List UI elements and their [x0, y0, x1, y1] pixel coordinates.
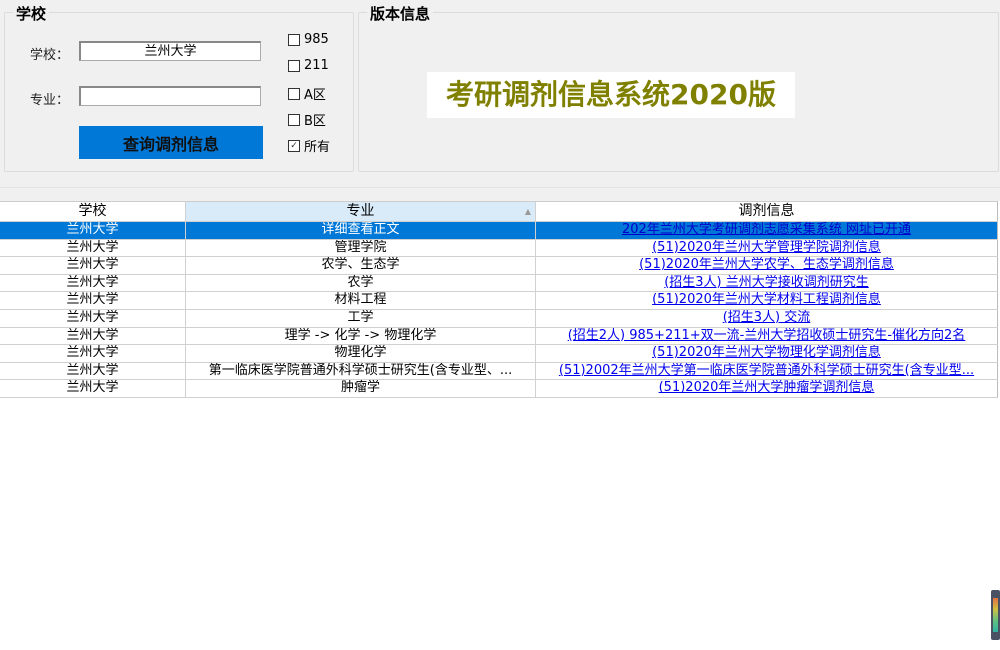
- cell-school: 兰州大学: [0, 327, 186, 345]
- school-group-title: 学校: [13, 3, 50, 24]
- table-row[interactable]: 兰州大学 管理学院 (51)2020年兰州大学管理学院调剂信息: [0, 239, 998, 258]
- info-link[interactable]: (51)2020年兰州大学管理学院调剂信息: [652, 240, 881, 255]
- top-panel: 学校 学校： 兰州大学 专业： 查询调剂信息 985 211 A区 B区 ✓ 所有 版本信…: [0, 0, 1000, 187]
- checkbox-label: 所有: [304, 140, 331, 155]
- info-link[interactable]: (招生3人) 兰州大学接收调剂研究生: [664, 275, 869, 290]
- school-label: 学校：: [30, 48, 70, 63]
- checkbox-box[interactable]: ✓: [288, 139, 300, 152]
- cell-school: 兰州大学: [0, 345, 186, 362]
- info-link[interactable]: (51)2020年兰州大学物理化学调剂信息: [652, 345, 881, 360]
- sort-asc-icon: ▲: [524, 207, 531, 216]
- cell-major: 管理学院: [186, 239, 536, 257]
- header-major[interactable]: 专业 ▲: [186, 202, 536, 221]
- checkbox-3[interactable]: B区: [288, 110, 326, 129]
- header-major-label: 专业: [346, 203, 375, 219]
- major-label: 专业：: [30, 93, 70, 108]
- table-row[interactable]: 兰州大学 农学 (招生3人) 兰州大学接收调剂研究生: [0, 274, 998, 293]
- cell-major: 第一临床医学院普通外科学硕士研究生(含专业型、...: [186, 362, 536, 380]
- cell-school: 兰州大学: [0, 380, 186, 397]
- splitter: [0, 187, 1000, 201]
- major-input[interactable]: [79, 86, 261, 106]
- info-link[interactable]: (51)2002年兰州大学第一临床医学院普通外科学硕士研究生(含专业型...: [559, 363, 974, 378]
- cell-info: (51)2020年兰州大学物理化学调剂信息: [536, 345, 998, 362]
- checkbox-4[interactable]: ✓ 所有: [288, 136, 330, 155]
- cell-major: 物理化学: [186, 345, 536, 362]
- checkbox-box[interactable]: [288, 113, 300, 126]
- cell-school: 兰州大学: [0, 292, 186, 309]
- checkbox-2[interactable]: A区: [288, 84, 326, 103]
- cell-school: 兰州大学: [0, 239, 186, 257]
- audio-meter-widget: [991, 590, 1000, 640]
- cell-major: 农学、生态学: [186, 257, 536, 274]
- checkbox-box[interactable]: [288, 59, 300, 72]
- cell-major: 工学: [186, 309, 536, 327]
- table-row[interactable]: 兰州大学 理学 -> 化学 -> 物理化学 (招生2人) 985+211+双一流-兰…: [0, 327, 998, 346]
- school-input[interactable]: 兰州大学: [79, 41, 261, 61]
- table-row[interactable]: 兰州大学 详细查看正文 202年兰州大学考研调剂志愿采集系统 网址已开通: [0, 222, 998, 240]
- cell-info: (51)2020年兰州大学管理学院调剂信息: [536, 239, 998, 257]
- cell-school: 兰州大学: [0, 274, 186, 292]
- cell-major: 详细查看正文: [186, 222, 536, 239]
- header-school[interactable]: 学校: [0, 202, 186, 221]
- cell-info: (51)2002年兰州大学第一临床医学院普通外科学硕士研究生(含专业型...: [536, 362, 998, 380]
- query-button[interactable]: 查询调剂信息: [79, 126, 263, 159]
- cell-info: (51)2020年兰州大学农学、生态学调剂信息: [536, 257, 998, 274]
- cell-major: 理学 -> 化学 -> 物理化学: [186, 327, 536, 345]
- table-row[interactable]: 兰州大学 肿瘤学 (51)2020年兰州大学肿瘤学调剂信息: [0, 380, 998, 398]
- checkbox-box[interactable]: [288, 33, 300, 46]
- cell-info: (招生3人) 交流: [536, 309, 998, 327]
- cell-school: 兰州大学: [0, 257, 186, 274]
- cell-school: 兰州大学: [0, 222, 186, 239]
- info-link[interactable]: (51)2020年兰州大学肿瘤学调剂信息: [659, 380, 875, 395]
- checkbox-box[interactable]: [288, 87, 300, 100]
- table-row[interactable]: 兰州大学 物理化学 (51)2020年兰州大学物理化学调剂信息: [0, 345, 998, 363]
- checkbox-label: 211: [304, 58, 329, 73]
- cell-info: 202年兰州大学考研调剂志愿采集系统 网址已开通: [536, 222, 998, 239]
- cell-info: (招生2人) 985+211+双一流-兰州大学招收硕士研究生-催化方向2名: [536, 327, 998, 345]
- checkbox-0[interactable]: 985: [288, 32, 329, 47]
- header-info[interactable]: 调剂信息: [536, 202, 998, 221]
- checkbox-1[interactable]: 211: [288, 58, 329, 73]
- info-link[interactable]: (51)2020年兰州大学材料工程调剂信息: [652, 292, 881, 307]
- cell-school: 兰州大学: [0, 309, 186, 327]
- table-row[interactable]: 兰州大学 材料工程 (51)2020年兰州大学材料工程调剂信息: [0, 292, 998, 310]
- cell-major: 肿瘤学: [186, 380, 536, 397]
- checkbox-label: B区: [304, 114, 326, 129]
- grid-header: 学校 专业 ▲ 调剂信息: [0, 202, 998, 222]
- info-link[interactable]: (招生2人) 985+211+双一流-兰州大学招收硕士研究生-催化方向2名: [568, 328, 966, 343]
- table-row[interactable]: 兰州大学 工学 (招生3人) 交流: [0, 309, 998, 328]
- cell-major: 材料工程: [186, 292, 536, 309]
- checkbox-label: 985: [304, 32, 329, 47]
- info-link[interactable]: (51)2020年兰州大学农学、生态学调剂信息: [639, 257, 894, 272]
- info-link[interactable]: (招生3人) 交流: [723, 310, 811, 325]
- results-grid: 学校 专业 ▲ 调剂信息 兰州大学 详细查看正文 202年兰州大学考研调剂志愿采集系统…: [0, 201, 998, 398]
- cell-info: (51)2020年兰州大学肿瘤学调剂信息: [536, 380, 998, 397]
- table-row[interactable]: 兰州大学 第一临床医学院普通外科学硕士研究生(含专业型、... (51)2002年兰…: [0, 362, 998, 381]
- cell-school: 兰州大学: [0, 362, 186, 380]
- info-link[interactable]: 202年兰州大学考研调剂志愿采集系统 网址已开通: [622, 222, 911, 237]
- cell-major: 农学: [186, 274, 536, 292]
- cell-info: (51)2020年兰州大学材料工程调剂信息: [536, 292, 998, 309]
- table-row[interactable]: 兰州大学 农学、生态学 (51)2020年兰州大学农学、生态学调剂信息: [0, 257, 998, 275]
- version-group-title: 版本信息: [367, 3, 434, 24]
- checkbox-label: A区: [304, 88, 326, 103]
- level-bar: [993, 598, 998, 632]
- cell-info: (招生3人) 兰州大学接收调剂研究生: [536, 274, 998, 292]
- version-banner: 考研调剂信息系统2020版: [427, 72, 795, 118]
